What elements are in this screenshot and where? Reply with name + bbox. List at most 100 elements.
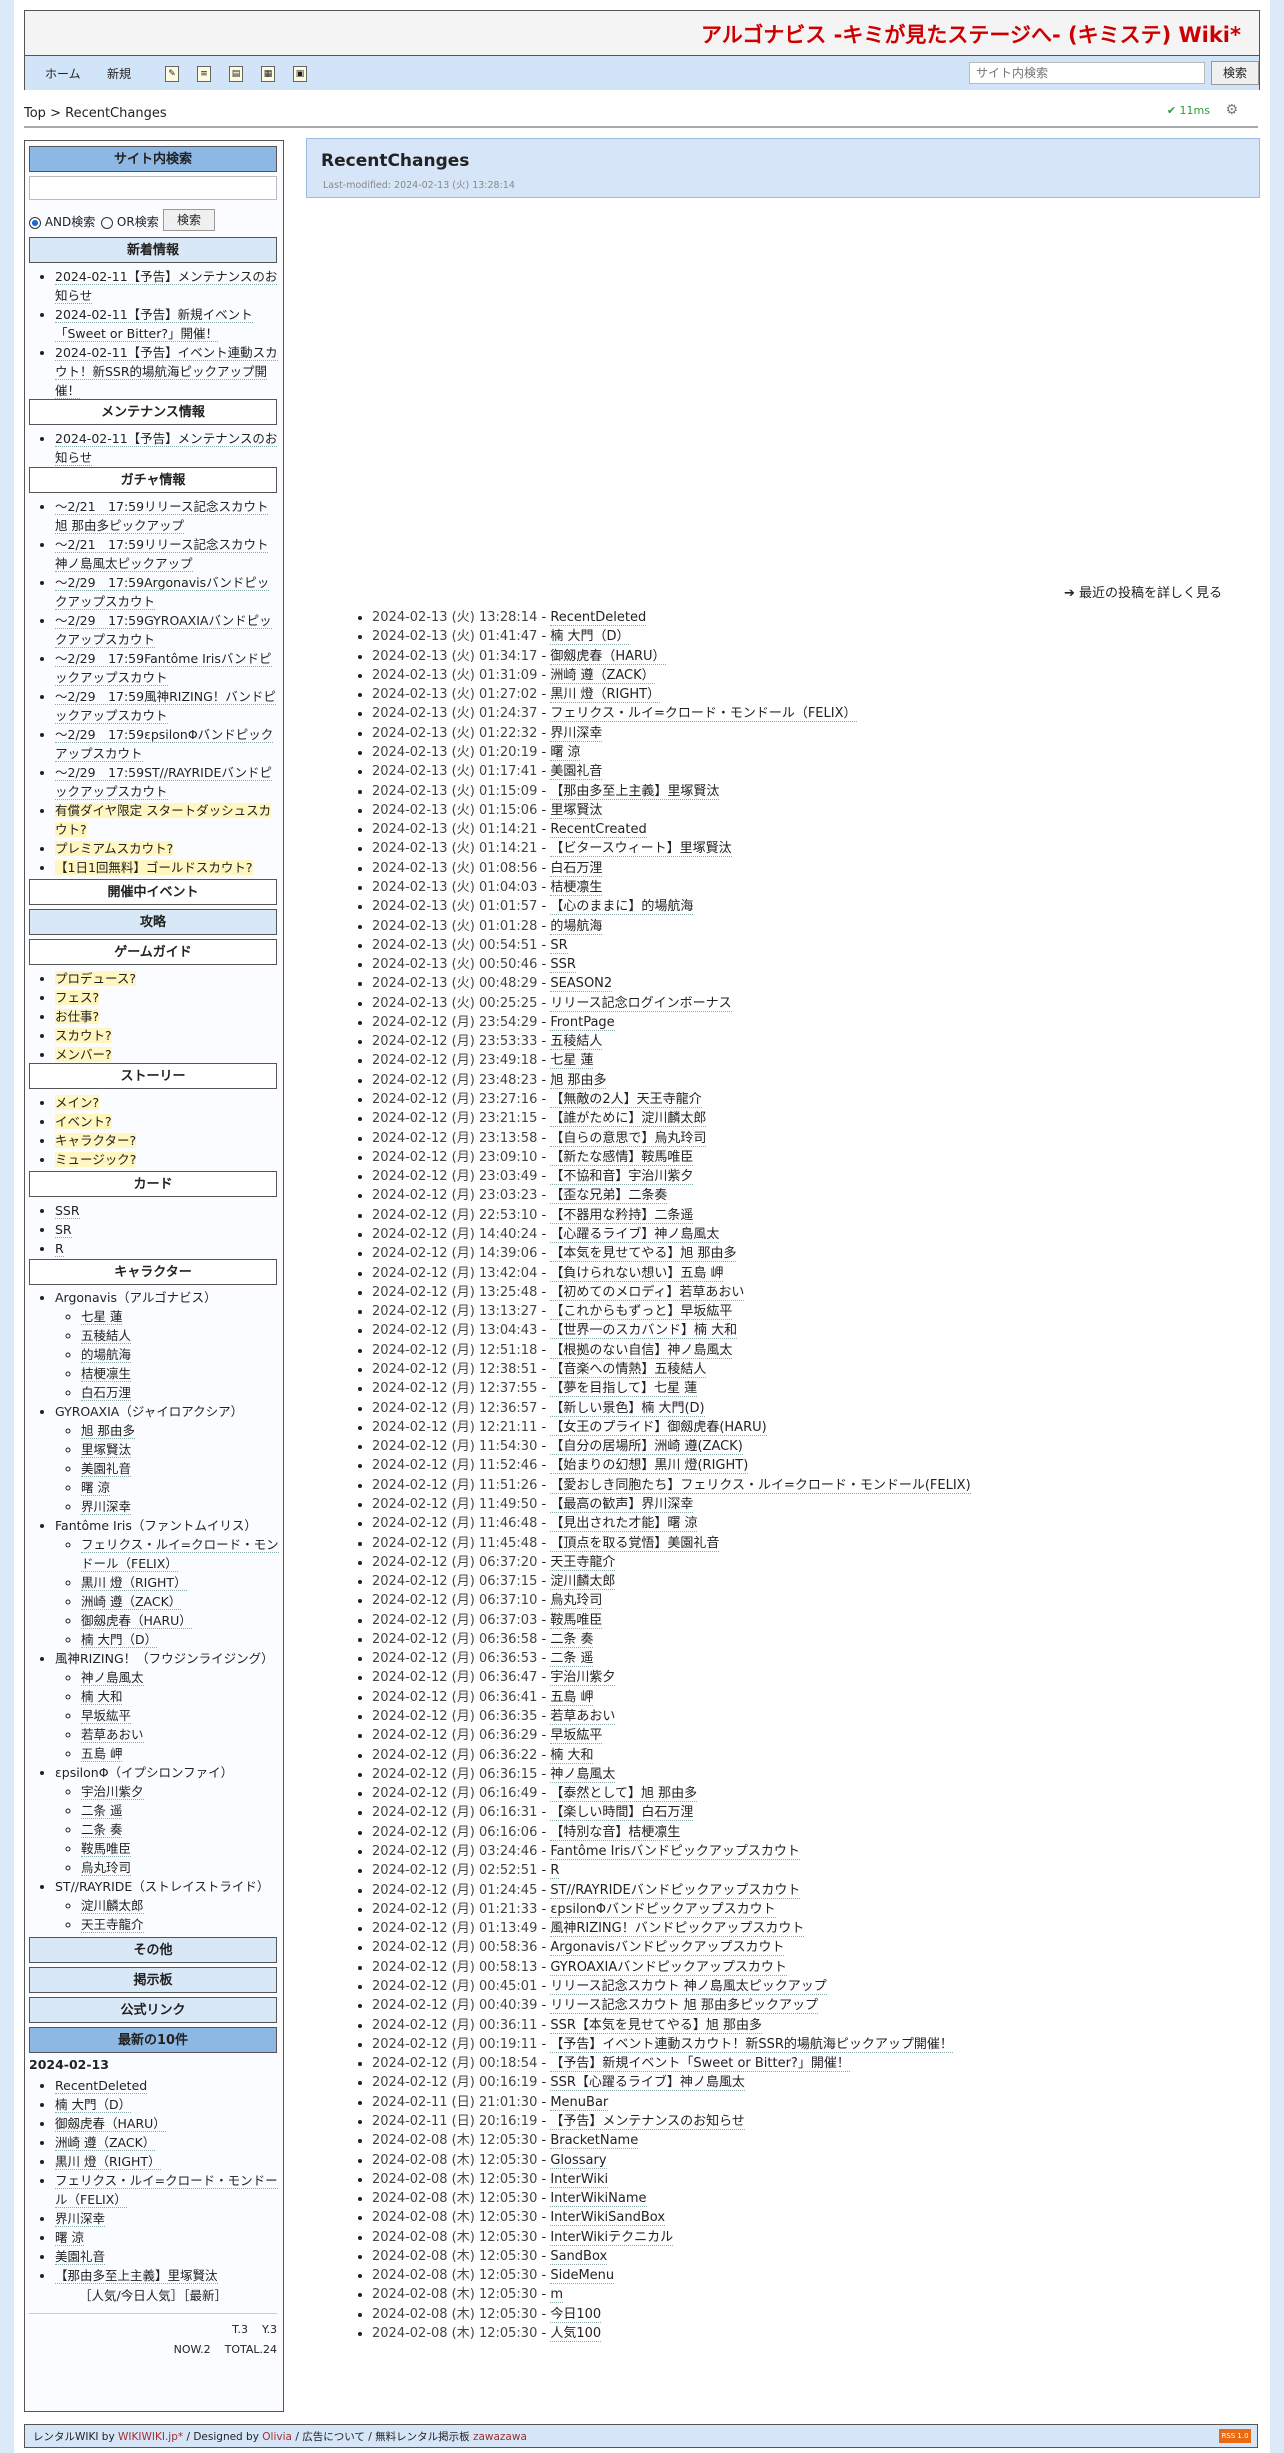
change-page-link[interactable]: 【予告】メンテナンスのお知らせ [550, 2113, 745, 2130]
gacha-link[interactable]: ～2/29 17:59風神RIZING！バンドピックアップスカウト [55, 689, 276, 724]
change-page-link[interactable]: 若草あおい [550, 1709, 616, 1726]
breadcrumb-current[interactable]: RecentChanges [65, 106, 166, 121]
change-page-link[interactable]: Fantôme Irisバンドピックアップスカウト [550, 1844, 800, 1860]
breadcrumb-top-link[interactable]: Top [24, 106, 46, 121]
band-link[interactable]: 風神RIZING！（フウジンライジング） [55, 1651, 274, 1666]
change-page-link[interactable]: 【新しい景色】楠 大門(D) [550, 1400, 705, 1417]
change-page-link[interactable]: 【心躍るライブ】神ノ島風太 [550, 1227, 720, 1243]
change-page-link[interactable]: 風神RIZING！バンドピックアップスカウト [550, 1921, 805, 1938]
change-page-link[interactable]: 旭 那由多 [550, 1072, 607, 1089]
latest-link[interactable]: RecentDeleted [55, 2078, 148, 2094]
latest-link[interactable]: フェリクス・ルイ=クロード・モンドール（FELIX） [55, 2173, 278, 2208]
news-link[interactable]: 2024-02-11【予告】イベント連動スカウト！新SSR的場航海ピックアップ開… [55, 345, 278, 399]
change-page-link[interactable]: リリース記念ログインボーナス [550, 995, 732, 1012]
latest-link[interactable]: 美園礼音 [55, 2249, 106, 2265]
character-link[interactable]: 旭 那由多 [81, 1423, 135, 1439]
guide-link[interactable]: メンバー? [55, 1047, 112, 1062]
change-page-link[interactable]: 【負けられない想い】五島 岬 [550, 1265, 724, 1282]
character-link[interactable]: 里塚賢汰 [81, 1442, 132, 1458]
change-page-link[interactable]: 楠 大和 [550, 1747, 594, 1764]
character-link[interactable]: 淀川麟太郎 [81, 1898, 144, 1914]
change-page-link[interactable]: 【不器用な矜持】二条遥 [550, 1207, 694, 1224]
change-page-link[interactable]: 【愛おしき同胞たち】フェリクス・ルイ=クロード・モンドール(FELIX) [550, 1477, 971, 1494]
change-page-link[interactable]: 界川深幸 [550, 725, 603, 742]
change-page-link[interactable]: m [550, 2287, 563, 2304]
backup-icon[interactable]: ▤ [229, 66, 243, 82]
gear-icon[interactable]: ⚙ [1225, 102, 1238, 118]
latest-link[interactable]: 界川深幸 [55, 2211, 106, 2227]
change-page-link[interactable]: BracketName [550, 2133, 639, 2150]
change-page-link[interactable]: R [550, 1863, 560, 1880]
change-page-link[interactable]: 【自らの意思で】烏丸玲司 [550, 1130, 707, 1147]
sidebar-strategy-heading[interactable]: 攻略 [29, 909, 277, 935]
change-page-link[interactable]: 御劔虎春（HARU） [550, 648, 666, 665]
character-link[interactable]: 早坂紘平 [81, 1708, 132, 1724]
character-link[interactable]: 二条 奏 [81, 1822, 123, 1838]
gacha-pending-link[interactable]: 有償ダイヤ限定 スタートダッシュスカウト? [55, 803, 272, 837]
change-page-link[interactable]: InterWiki [550, 2171, 609, 2188]
character-link[interactable]: 二条 遥 [81, 1803, 123, 1819]
change-page-link[interactable]: 【夢を目指して】七星 蓮 [550, 1381, 698, 1398]
footer-wikiwiki-link[interactable]: WIKIWIKI.jp* [118, 2431, 183, 2443]
news-link[interactable]: 2024-02-11【予告】メンテナンスのお知らせ [55, 269, 278, 304]
band-link[interactable]: ST//RAYRIDE（ストレイストライド） [55, 1879, 269, 1894]
change-page-link[interactable]: 【女王のプライド】御劔虎春(HARU) [550, 1419, 767, 1436]
site-title[interactable]: アルゴナビス -キミが見たステージへ- (キミステ) Wiki* [701, 19, 1241, 49]
change-page-link[interactable]: 神ノ島風太 [550, 1766, 616, 1783]
change-page-link[interactable]: FrontPage [550, 1014, 615, 1031]
character-link[interactable]: 桔梗凛生 [81, 1366, 132, 1382]
or-radio[interactable] [101, 216, 114, 229]
sidebar-other-heading[interactable]: その他 [29, 1937, 277, 1963]
change-page-link[interactable]: 【本気を見せてやる】旭 那由多 [550, 1246, 737, 1263]
change-page-link[interactable]: 【無敵の2人】天王寺龍介 [550, 1092, 702, 1109]
change-page-link[interactable]: 天王寺龍介 [550, 1554, 616, 1571]
change-page-link[interactable]: 【最高の歓声】界川深幸 [550, 1496, 694, 1513]
character-link[interactable]: 御劔虎春（HARU） [81, 1613, 192, 1629]
change-page-link[interactable]: GYROAXIAバンドピックアップスカウト [550, 1959, 787, 1976]
change-page-link[interactable]: 【頂点を取る覚悟】美園礼音 [550, 1535, 720, 1552]
latest-link[interactable]: 黒川 燈（RIGHT） [55, 2154, 161, 2170]
change-page-link[interactable]: 【歪な兄弟】二条奏 [550, 1188, 668, 1205]
character-link[interactable]: フェリクス・ルイ=クロード・モンドール（FELIX） [81, 1537, 279, 1572]
change-page-link[interactable]: 【始まりの幻想】黒川 燈(RIGHT) [550, 1458, 749, 1475]
change-page-link[interactable]: 【誰がために】淀川麟太郎 [550, 1111, 707, 1128]
character-link[interactable]: 界川深幸 [81, 1499, 132, 1515]
change-page-link[interactable]: ST//RAYRIDEバンドピックアップスカウト [550, 1882, 801, 1899]
gacha-link[interactable]: ～2/21 17:59リリース記念スカウト 神ノ島風太ピックアップ [55, 537, 269, 572]
change-page-link[interactable]: 五稜結人 [550, 1034, 603, 1051]
change-page-link[interactable]: 桔梗凛生 [550, 879, 603, 896]
latest-link[interactable]: 【那由多至上主義】里塚賢汰 [55, 2268, 218, 2284]
change-page-link[interactable]: リリース記念スカウト 旭 那由多ピックアップ [550, 1998, 818, 2015]
change-page-link[interactable]: 美園礼音 [550, 764, 603, 781]
card-link[interactable]: R [55, 1241, 64, 1257]
change-page-link[interactable]: 【自分の居場所】洲崎 遵(ZACK) [550, 1439, 743, 1456]
maintenance-link[interactable]: 2024-02-11【予告】メンテナンスのお知らせ [55, 431, 278, 466]
footer-zawazawa-link[interactable]: zawazawa [473, 2431, 527, 2443]
gacha-link[interactable]: ～2/29 17:59Fantôme Irisバンドピックアップスカウト [55, 651, 272, 686]
and-radio[interactable] [29, 216, 41, 229]
character-link[interactable]: 洲崎 遵（ZACK） [81, 1594, 182, 1610]
change-page-link[interactable]: 【予告】新規イベント「Sweet or Bitter?」開催！ [550, 2056, 850, 2073]
change-page-link[interactable]: SR [550, 937, 568, 954]
rss-icon[interactable]: RSS 1.0 [1219, 2429, 1251, 2443]
character-link[interactable]: 五稜結人 [81, 1328, 132, 1344]
change-page-link[interactable]: SSR [550, 957, 576, 974]
latest-link[interactable]: 曙 涼 [55, 2230, 84, 2246]
band-link[interactable]: Fantôme Iris（ファントムイリス） [55, 1518, 257, 1533]
change-page-link[interactable]: フェリクス・ルイ=クロード・モンドール（FELIX） [550, 706, 857, 723]
change-page-link[interactable]: SEASON2 [550, 976, 613, 993]
character-link[interactable]: 美園礼音 [81, 1461, 132, 1477]
edit-icon[interactable]: ✎ [165, 66, 179, 82]
latest-link[interactable]: 洲崎 遵（ZACK） [55, 2135, 156, 2151]
nav-new-link[interactable]: 新規 [107, 65, 131, 82]
character-link[interactable]: 神ノ島風太 [81, 1670, 144, 1686]
change-page-link[interactable]: εpsilonΦバンドピックアップスカウト [550, 1901, 776, 1918]
gacha-link[interactable]: ～2/29 17:59Argonavisバンドピックアップスカウト [55, 575, 270, 610]
change-page-link[interactable]: リリース記念スカウト 神ノ島風太ピックアップ [550, 1978, 827, 1995]
gacha-pending-link[interactable]: 【1日1回無料】ゴールドスカウト? [55, 860, 253, 875]
change-page-link[interactable]: 楠 大門（D） [550, 629, 630, 646]
sidebar-bbs-heading[interactable]: 掲示板 [29, 1967, 277, 1993]
character-link[interactable]: 曙 涼 [81, 1480, 110, 1496]
change-page-link[interactable]: 宇治川紫夕 [550, 1670, 616, 1687]
character-link[interactable]: 楠 大和 [81, 1689, 123, 1705]
